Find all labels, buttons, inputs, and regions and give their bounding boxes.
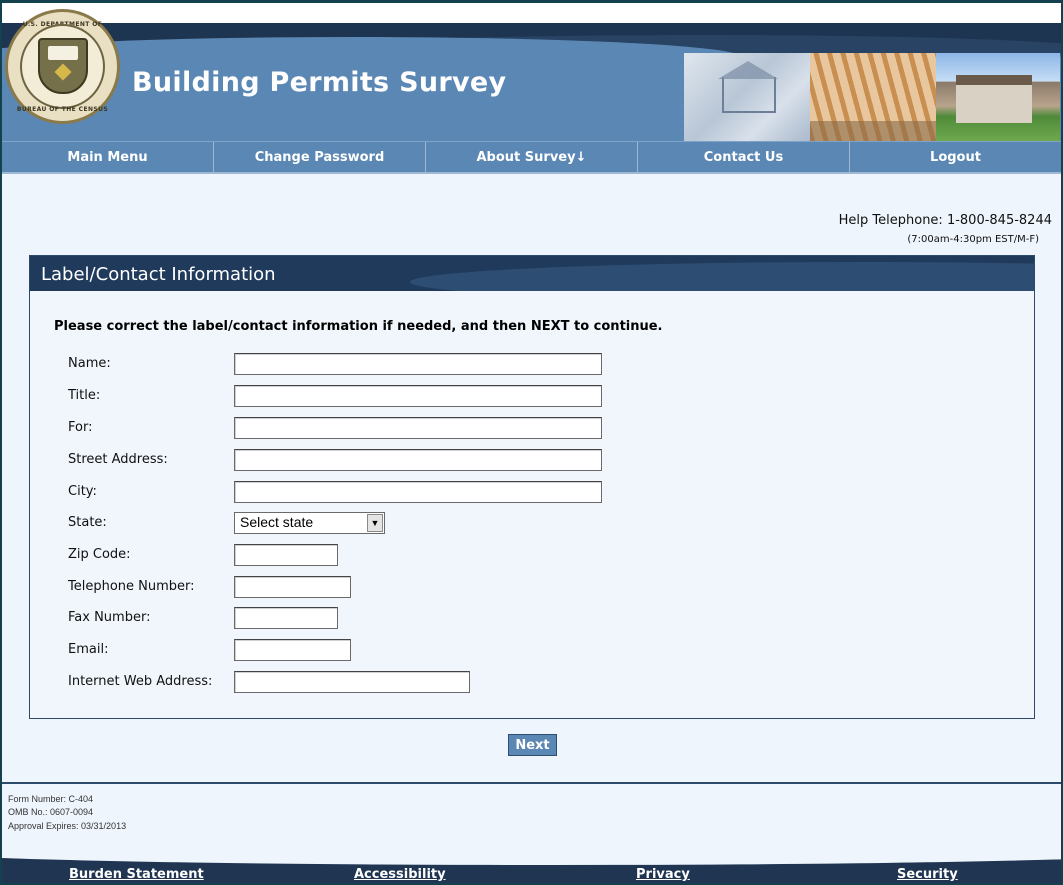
city-input[interactable] (234, 481, 602, 503)
nav-change-password[interactable]: Change Password (214, 142, 426, 172)
name-label: Name: (68, 356, 111, 371)
telephone-label: Telephone Number: (68, 579, 195, 594)
state-label: State: (68, 515, 107, 530)
top-strip (2, 3, 1061, 23)
name-input[interactable] (234, 353, 602, 375)
page-frame: Building Permits Survey U.S. DEPARTMENT … (0, 0, 1063, 885)
state-select-value: Select state (240, 514, 314, 530)
title-input[interactable] (234, 385, 602, 407)
header-banner: Building Permits Survey (2, 23, 1061, 141)
nav-main-menu[interactable]: Main Menu (2, 142, 214, 172)
next-button[interactable]: Next (508, 734, 557, 756)
web-address-label: Internet Web Address: (68, 674, 213, 689)
footer-bar: Burden Statement Accessibility Privacy S… (2, 853, 1061, 883)
fax-input[interactable] (234, 607, 338, 629)
street-address-input[interactable] (234, 449, 602, 471)
form-meta-area: Form Number: C-404 OMB No.: 0607-0094 Ap… (2, 784, 1061, 854)
house-framing-image (810, 53, 936, 141)
contact-info-panel: Label/Contact Information Please correct… (29, 255, 1035, 719)
help-hours: (7:00am-4:30pm EST/M-F) (907, 234, 1039, 245)
for-label: For: (68, 420, 93, 435)
omb-number: OMB No.: 0607-0094 (8, 807, 94, 817)
finished-house-image (936, 53, 1060, 141)
city-label: City: (68, 484, 97, 499)
approval-expires: Approval Expires: 03/31/2013 (8, 821, 127, 831)
form-number: Form Number: C-404 (8, 794, 94, 804)
house-blueprint-image (684, 53, 810, 141)
nav-logout[interactable]: Logout (850, 142, 1061, 172)
main-nav: Main Menu Change Password About Survey↓ … (2, 141, 1061, 174)
security-link[interactable]: Security (897, 867, 958, 882)
privacy-link[interactable]: Privacy (636, 867, 690, 882)
panel-title: Label/Contact Information (41, 264, 276, 285)
telephone-input[interactable] (234, 576, 351, 598)
email-input[interactable] (234, 639, 351, 661)
dropdown-arrow-icon[interactable]: ▼ (367, 514, 383, 532)
nav-about-survey[interactable]: About Survey↓ (426, 142, 638, 172)
for-input[interactable] (234, 417, 602, 439)
seal-text-bottom: BUREAU OF THE CENSUS (16, 106, 109, 113)
burden-statement-link[interactable]: Burden Statement (69, 867, 204, 882)
census-seal-logo: U.S. DEPARTMENT OF COMMERCE BUREAU OF TH… (5, 9, 120, 124)
help-telephone: Help Telephone: 1-800-845-8244 (838, 213, 1052, 228)
street-address-label: Street Address: (68, 452, 168, 467)
email-label: Email: (68, 642, 109, 657)
shield-icon (38, 38, 88, 94)
state-select[interactable]: Select state ▼ (234, 512, 385, 534)
site-title: Building Permits Survey (132, 67, 507, 98)
zip-code-label: Zip Code: (68, 547, 131, 562)
instructions-text: Please correct the label/contact informa… (54, 319, 663, 334)
zip-code-input[interactable] (234, 544, 338, 566)
web-address-input[interactable] (234, 671, 470, 693)
title-label: Title: (68, 388, 101, 403)
fax-label: Fax Number: (68, 610, 151, 625)
nav-contact-us[interactable]: Contact Us (638, 142, 850, 172)
panel-header: Label/Contact Information (30, 256, 1034, 291)
accessibility-link[interactable]: Accessibility (354, 867, 446, 882)
